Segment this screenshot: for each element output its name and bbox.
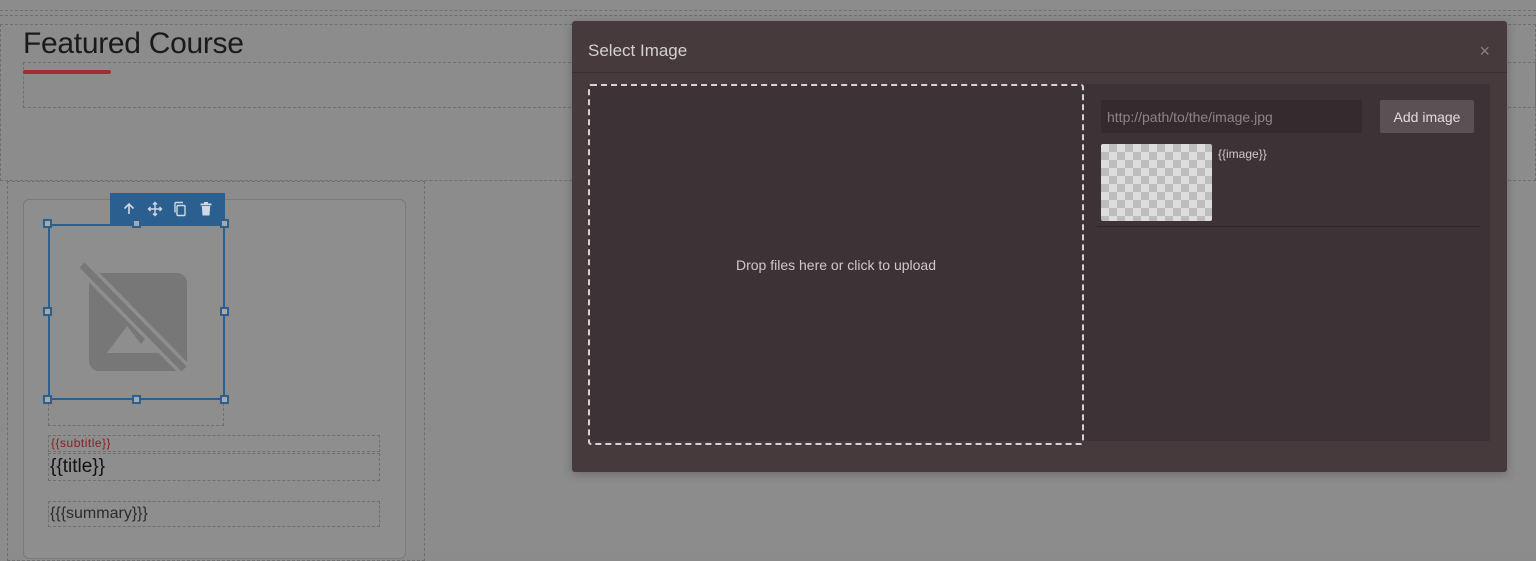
close-icon[interactable]: × — [1479, 41, 1490, 61]
resize-handle-b[interactable] — [132, 395, 141, 404]
resize-handle-tr[interactable] — [220, 219, 229, 228]
card-summary[interactable]: {{{summary}}} — [48, 501, 380, 527]
card-subtitle[interactable]: {{subtitle}} — [48, 435, 380, 452]
resize-handle-br[interactable] — [220, 395, 229, 404]
asset-list-item[interactable]: {{image}} — [1097, 139, 1480, 227]
copy-icon[interactable] — [172, 201, 188, 217]
section-divider-top-2 — [0, 15, 1536, 16]
select-image-modal: Select Image × Drop files here or click … — [572, 21, 1507, 472]
add-image-button[interactable]: Add image — [1380, 100, 1474, 133]
image-placeholder-icon — [80, 260, 189, 374]
image-url-input[interactable] — [1101, 100, 1362, 133]
card-title[interactable]: {{title}} — [48, 453, 380, 481]
component-toolbar — [110, 193, 225, 225]
section-divider-top — [0, 10, 1536, 11]
featured-course-heading[interactable]: Featured Course — [23, 27, 244, 61]
resize-handle-r[interactable] — [220, 307, 229, 316]
modal-body: Drop files here or click to upload Add i… — [588, 84, 1490, 445]
upload-dropzone[interactable]: Drop files here or click to upload — [588, 84, 1084, 445]
asset-thumbnail[interactable] — [1101, 144, 1212, 221]
modal-title: Select Image — [588, 41, 688, 60]
resize-handle-l[interactable] — [43, 307, 52, 316]
move-icon[interactable] — [147, 201, 163, 217]
dropzone-text: Drop files here or click to upload — [736, 256, 936, 273]
resize-handle-tl[interactable] — [43, 219, 52, 228]
resize-handle-t[interactable] — [132, 219, 141, 228]
resize-handle-bl[interactable] — [43, 395, 52, 404]
asset-name: {{image}} — [1218, 147, 1267, 161]
arrow-up-icon[interactable] — [121, 201, 137, 217]
heading-underline — [23, 70, 111, 74]
trash-icon[interactable] — [198, 201, 214, 217]
selected-image[interactable] — [43, 219, 229, 404]
modal-header: Select Image × — [572, 21, 1507, 73]
